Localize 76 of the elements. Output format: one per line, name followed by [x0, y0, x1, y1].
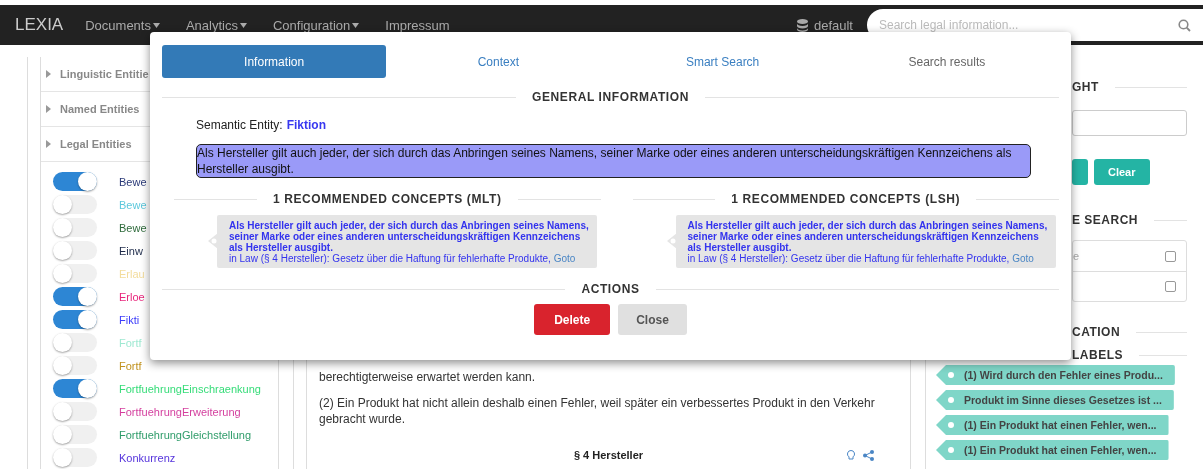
- section-heading: ACTIONS: [581, 282, 640, 296]
- toggle-switch[interactable]: [53, 195, 97, 214]
- label-tag[interactable]: Produkt im Sinne dieses Gesetzes ist ...: [936, 390, 1174, 410]
- highlighted-text: Als Hersteller gilt auch jeder, der sich durch das Anbringen seines Namens, seiner Marke oder eines anderen unterscheidungskräftigen Kennzeichens als Hersteller ausgibt.: [196, 144, 1031, 178]
- database-selector[interactable]: default: [796, 17, 853, 33]
- tab[interactable]: Context: [386, 45, 611, 78]
- toggle-switch[interactable]: [53, 356, 97, 375]
- toggle-switch[interactable]: [53, 172, 97, 191]
- label-tag[interactable]: (1) Ein Produkt hat einen Fehler, wen...: [936, 440, 1169, 460]
- toggle-switch[interactable]: [53, 287, 97, 306]
- panel-heading: LABELS: [1072, 348, 1123, 362]
- label-tag[interactable]: (1) Wird durch den Fehler eines Produ...: [936, 365, 1175, 385]
- toggle-switch[interactable]: [53, 218, 97, 237]
- entity-label: Erlau: [119, 267, 145, 280]
- section-header[interactable]: Named Entities: [60, 103, 140, 115]
- expand-arrow-icon[interactable]: [46, 105, 51, 113]
- goto-link[interactable]: Goto: [1012, 253, 1034, 264]
- input-field[interactable]: [1072, 110, 1187, 136]
- search-icon[interactable]: [1178, 19, 1191, 32]
- entity-label: Bewe: [119, 175, 147, 188]
- concept-source: in Law (§ 4 Hersteller): Gesetz über die Haftung für fehlerhafte Produkte,: [687, 253, 1010, 264]
- label-tag[interactable]: (1) Ein Produkt hat einen Fehler, wen...: [936, 415, 1169, 435]
- nav-menu[interactable]: Impressum: [385, 17, 450, 33]
- toggle-switch[interactable]: [53, 241, 97, 260]
- bulb-icon[interactable]: [847, 449, 855, 461]
- tab[interactable]: Information: [162, 45, 387, 78]
- share-icon[interactable]: [863, 449, 874, 461]
- entity-label: Erloe: [119, 290, 145, 303]
- checkbox[interactable]: [1165, 250, 1176, 262]
- panel-heading: GHT: [1072, 80, 1099, 94]
- panel-heading: E SEARCH: [1072, 213, 1138, 227]
- entity-label: FortfuehrungGleichstellung: [119, 428, 252, 441]
- toggle-switch[interactable]: [53, 310, 97, 329]
- entity-label: Konkurrenz: [119, 451, 176, 464]
- close-button[interactable]: Close: [618, 304, 687, 335]
- paragraph: (2) Ein Produkt hat nicht allein deshalb einen Fehler, weil später ein verbessertes Produkt in den Verkehr gebracht wurde.: [319, 395, 876, 427]
- expand-arrow-icon[interactable]: [46, 70, 51, 78]
- entity-label: FortfuehrungErweiterung: [119, 405, 241, 418]
- entity-label: Einw: [119, 244, 143, 257]
- section-header[interactable]: Legal Entities: [60, 138, 132, 150]
- search-button[interactable]: [1072, 159, 1088, 185]
- toggle-switch[interactable]: [53, 425, 97, 444]
- section-header[interactable]: Linguistic Entitie: [60, 68, 149, 80]
- toggle-switch[interactable]: [53, 333, 97, 352]
- delete-button[interactable]: Delete: [534, 304, 611, 335]
- expand-arrow-icon[interactable]: [46, 140, 51, 148]
- entity-label: Fortf: [119, 336, 142, 349]
- database-icon: [796, 18, 808, 32]
- toggle-switch[interactable]: [53, 379, 97, 398]
- tab[interactable]: Smart Search: [610, 45, 835, 78]
- entity-name: Fiktion: [286, 118, 327, 132]
- entity-label: Fortf: [119, 359, 142, 372]
- panel-heading: CATION: [1072, 325, 1121, 339]
- goto-link[interactable]: Goto: [553, 253, 576, 264]
- option-label: e: [1073, 250, 1080, 262]
- section-heading: 1 RECOMMENDED CONCEPTS (LSH): [731, 192, 961, 206]
- entity-label: Bewe: [119, 221, 147, 234]
- paragraph: berechtigterweise erwartet werden kann.: [319, 369, 537, 385]
- section-heading: 1 RECOMMENDED CONCEPTS (MLT): [272, 192, 502, 206]
- entity-label: Semantic Entity:: [196, 118, 283, 132]
- section-heading: GENERAL INFORMATION: [532, 90, 689, 104]
- nav-menu[interactable]: Configuration: [273, 17, 360, 33]
- toggle-switch[interactable]: [53, 402, 97, 421]
- concept-text: Als Hersteller gilt auch jeder, der sich durch das Anbringen seines Namens, seiner Marke oder eines anderen unterscheidungskräftigen Kennzeichens als Hersteller ausgibt.: [229, 220, 589, 253]
- section-heading: § 4 Hersteller: [573, 449, 644, 461]
- toggle-switch[interactable]: [53, 448, 97, 467]
- toggle-switch[interactable]: [53, 264, 97, 283]
- concept-source: in Law (§ 4 Hersteller): Gesetz über die Haftung für fehlerhafte Produkte,: [229, 253, 551, 264]
- nav-menu[interactable]: Analytics: [185, 17, 247, 33]
- nav-menu[interactable]: Documents: [85, 17, 160, 33]
- entity-label: Fikti: [119, 313, 140, 326]
- entity-label: FortfuehrungEinschraenkung: [119, 382, 261, 395]
- concept-text: Als Hersteller gilt auch jeder, der sich durch das Anbringen seines Namens, seiner Marke oder eines anderen unterscheidungskräftigen Kennzeichens als Hersteller ausgibt.: [687, 220, 1048, 253]
- entity-label: Bewe: [119, 198, 147, 211]
- brand-logo[interactable]: LEXIA: [15, 15, 64, 35]
- checkbox[interactable]: [1165, 281, 1176, 292]
